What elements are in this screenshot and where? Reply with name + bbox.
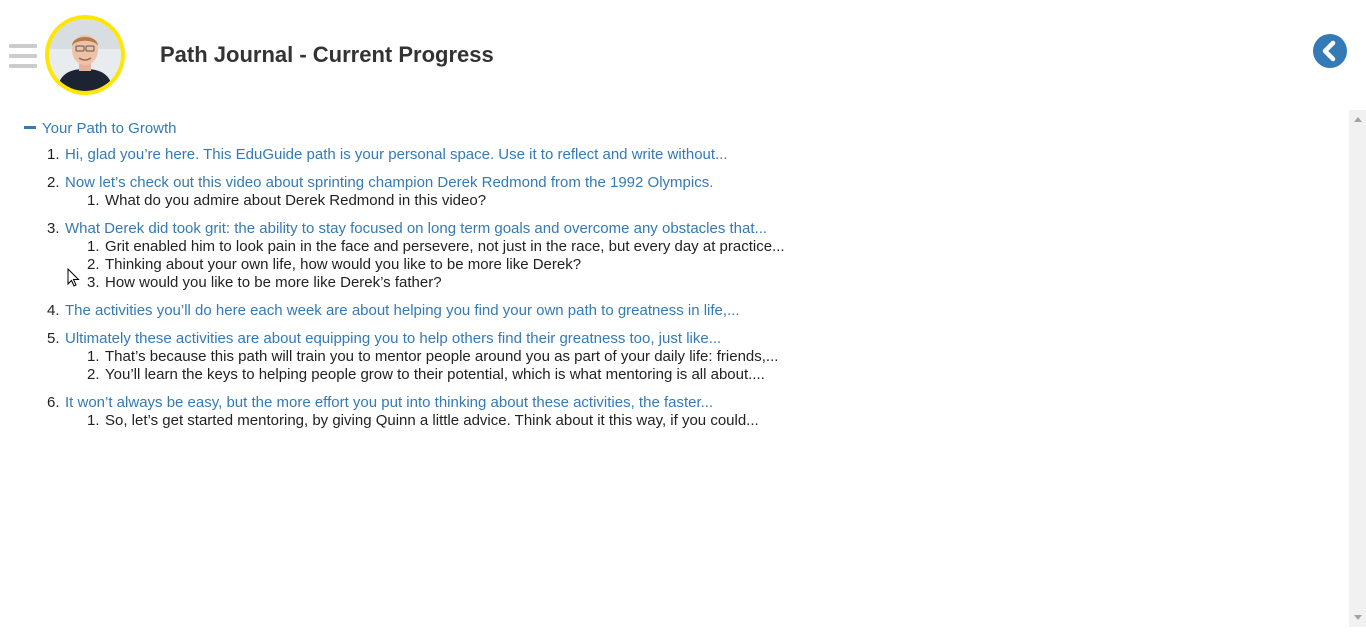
list-item: 4. The activities you’ll do here each we…: [47, 302, 785, 320]
sub-item-text: How would you like to be more like Derek…: [105, 274, 442, 291]
sub-item-number: 2.: [87, 256, 100, 273]
sub-item-text: That’s because this path will train you …: [105, 348, 779, 365]
sub-list-item: 1. Grit enabled him to look pain in the …: [87, 238, 785, 256]
item-number: 4.: [47, 302, 60, 319]
sub-list: 1. That’s because this path will train y…: [87, 348, 785, 384]
list-item: 2. Now let’s check out this video about …: [47, 174, 785, 210]
sub-item-text: So, let’s get started mentoring, by givi…: [105, 412, 759, 429]
item-number: 6.: [47, 394, 60, 411]
sub-item-text: Thinking about your own life, how would …: [105, 256, 582, 273]
sub-list-item: 1. What do you admire about Derek Redmon…: [87, 192, 785, 210]
journal-entry-link[interactable]: It won’t always be easy, but the more ef…: [65, 394, 713, 411]
item-number: 1.: [47, 146, 60, 163]
sub-list-item: 1. That’s because this path will train y…: [87, 348, 785, 366]
vertical-scrollbar[interactable]: [1349, 110, 1366, 627]
item-number: 5.: [47, 330, 60, 347]
journal-entry-link[interactable]: Hi, glad you’re here. This EduGuide path…: [65, 146, 728, 163]
page-header: Path Journal - Current Progress: [0, 0, 1366, 110]
avatar[interactable]: [45, 15, 125, 95]
item-number: 2.: [47, 174, 60, 191]
item-number: 3.: [47, 220, 60, 237]
sub-item-text: Grit enabled him to look pain in the fac…: [105, 238, 785, 255]
sub-item-number: 1.: [87, 238, 100, 255]
journal-entry-link[interactable]: Now let’s check out this video about spr…: [65, 174, 713, 191]
sub-list: 1. What do you admire about Derek Redmon…: [87, 192, 785, 210]
sub-list-item: 2. Thinking about your own life, how wou…: [87, 256, 785, 274]
user-avatar-photo: [49, 19, 121, 91]
chevron-left-circle-icon: [1322, 40, 1336, 62]
sub-item-text: You’ll learn the keys to helping people …: [105, 366, 765, 383]
back-button[interactable]: [1313, 34, 1347, 68]
journal-entry-link[interactable]: The activities you’ll do here each week …: [65, 302, 740, 319]
list-item: 3. What Derek did took grit: the ability…: [47, 220, 785, 292]
list-item: 5. Ultimately these activities are about…: [47, 330, 785, 384]
sub-item-number: 3.: [87, 274, 100, 291]
sub-item-text: What do you admire about Derek Redmond i…: [105, 192, 487, 209]
section-toggle-your-path-to-growth[interactable]: Your Path to Growth: [24, 120, 177, 137]
sub-list-item: 2. You’ll learn the keys to helping peop…: [87, 366, 785, 384]
list-item: 6. It won’t always be easy, but the more…: [47, 394, 785, 430]
path-journal-content: Your Path to Growth 1. Hi, glad you’re h…: [0, 110, 1348, 627]
journal-entry-list: 1. Hi, glad you’re here. This EduGuide p…: [47, 146, 785, 440]
scroll-up-arrow-icon[interactable]: [1354, 117, 1362, 122]
mouse-pointer-icon: [67, 268, 80, 287]
minus-icon: [24, 125, 36, 129]
journal-entry-link[interactable]: Ultimately these activities are about eq…: [65, 330, 721, 347]
sub-list-item: 1. So, let’s get started mentoring, by g…: [87, 412, 785, 430]
journal-entry-link[interactable]: What Derek did took grit: the ability to…: [65, 220, 767, 237]
list-item: 1. Hi, glad you’re here. This EduGuide p…: [47, 146, 785, 164]
sub-item-number: 1.: [87, 412, 100, 429]
sub-list-item: 3. How would you like to be more like De…: [87, 274, 785, 292]
sub-list: 1. Grit enabled him to look pain in the …: [87, 238, 785, 292]
scroll-down-arrow-icon[interactable]: [1354, 615, 1362, 620]
section-toggle-label: Your Path to Growth: [42, 120, 177, 137]
sub-item-number: 1.: [87, 192, 100, 209]
sub-item-number: 2.: [87, 366, 100, 383]
hamburger-menu-icon[interactable]: [9, 44, 37, 68]
sub-list: 1. So, let’s get started mentoring, by g…: [87, 412, 785, 430]
page-title: Path Journal - Current Progress: [160, 42, 494, 67]
sub-item-number: 1.: [87, 348, 100, 365]
